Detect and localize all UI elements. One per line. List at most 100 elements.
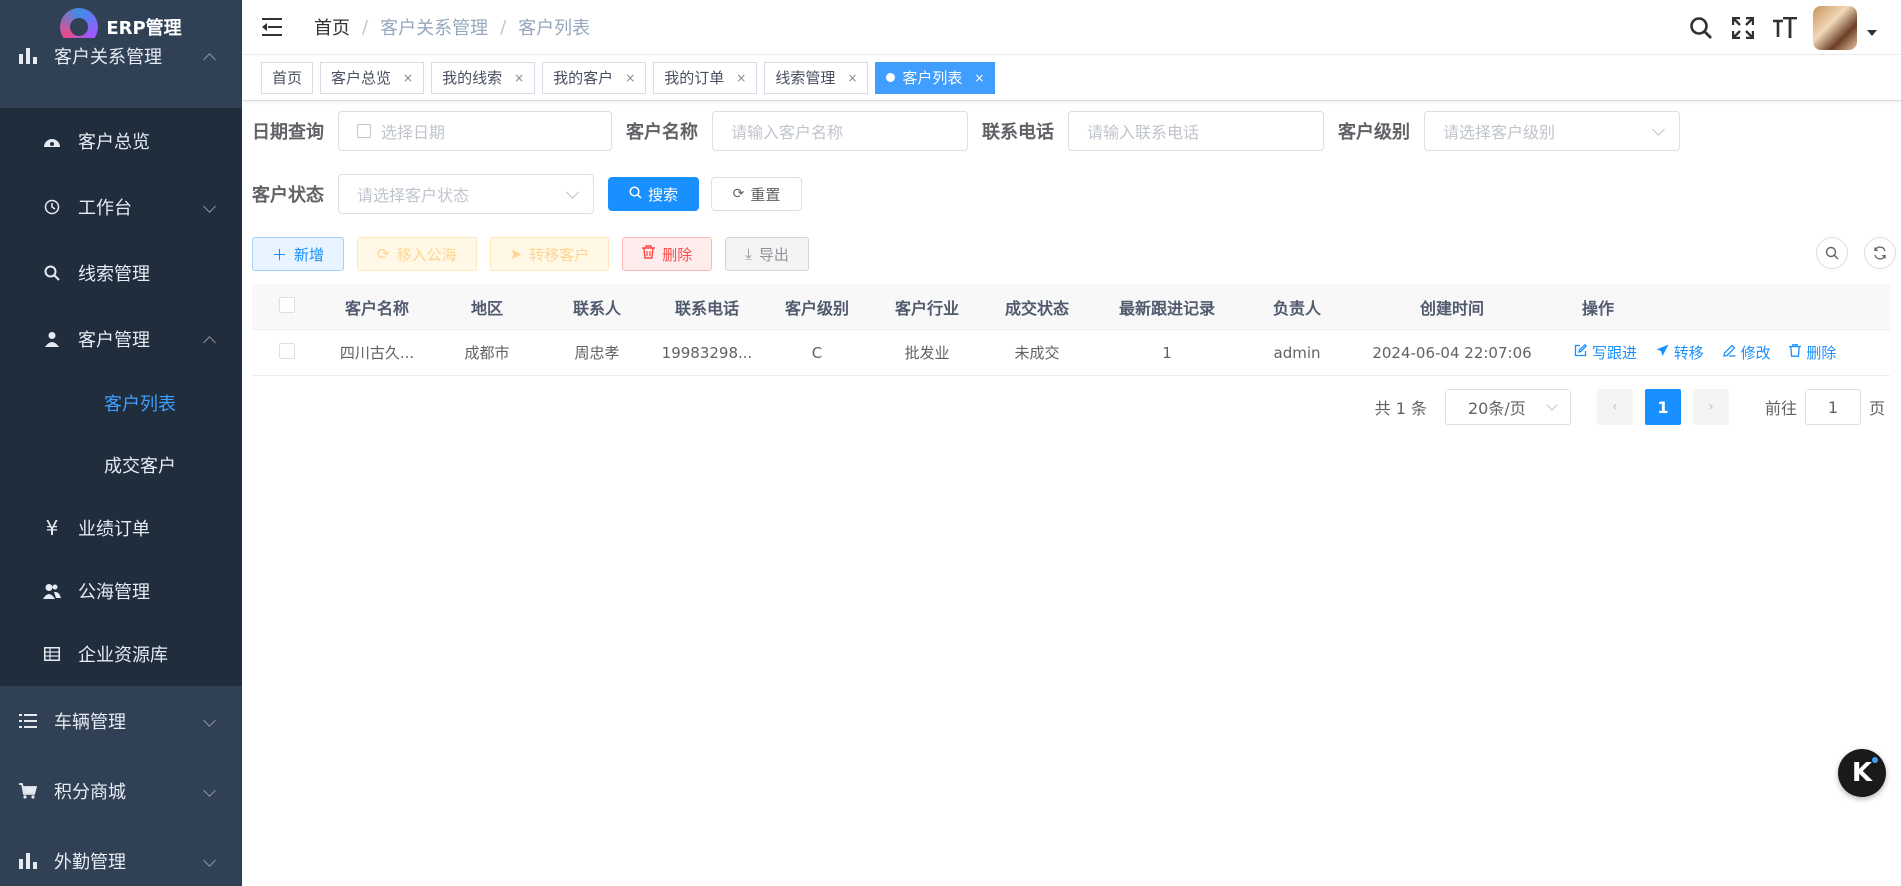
page-size-select[interactable]: 20条/页 [1444,389,1571,425]
chevron-down-icon [1652,123,1665,136]
floating-assistant-button[interactable]: K [1838,749,1886,797]
sidebar-item-customer-list[interactable]: 客户列表 [0,372,242,434]
breadcrumb-home[interactable]: 首页 [314,14,350,40]
sidebar-item-crm[interactable]: 客户关系管理 [0,38,242,73]
sidebar-item-vehicles[interactable]: 车辆管理 [0,686,242,756]
bar-chart-icon [18,851,38,871]
export-button[interactable]: ⤓ 导出 [725,237,809,271]
close-icon[interactable]: × [625,63,635,93]
tag-my-orders[interactable]: 我的订单 × [653,61,758,94]
customer-name-placeholder: 请输入客户名称 [731,123,844,142]
refresh-icon: ⟳ [732,186,745,202]
row-select-cell [252,342,322,363]
page-number-button[interactable]: 1 [1644,389,1681,425]
sidebar-item-customer-overview[interactable]: 客户总览 [0,108,242,174]
font-size-icon[interactable] [1771,14,1799,42]
level-select[interactable]: 请选择客户级别 [1424,111,1680,151]
list-icon [18,711,38,731]
sidebar-item-public-pool[interactable]: 公海管理 [0,560,242,622]
search-icon[interactable] [1687,14,1715,42]
cell-owner: admin [1273,343,1321,362]
edit-button[interactable]: 修改 [1722,342,1771,363]
send-icon [1656,344,1669,361]
cell-contact: 周忠孝 [574,344,620,362]
delete-row-label: 删除 [1806,344,1837,362]
next-page-button[interactable]: › [1692,389,1729,425]
page-jumper: 前往 1 页 [1765,389,1885,425]
write-follow-button[interactable]: 写跟进 [1574,342,1637,363]
cell-customer-name: 四川古久... [339,344,415,362]
status-select[interactable]: 请选择客户状态 [338,174,594,214]
search-button[interactable]: 搜索 [608,177,699,211]
active-dot-icon [886,73,896,82]
close-icon[interactable]: × [514,63,524,93]
phone-input[interactable]: 请输入联系电话 [1068,111,1324,151]
close-icon[interactable]: × [847,63,857,93]
tag-customer-list[interactable]: 客户列表 × [875,61,996,94]
sidebar-item-leads[interactable]: 线索管理 [0,240,242,306]
move-to-pool-button[interactable]: ⟳ 移入公海 [357,237,477,271]
cell-created: 2024-06-04 22:07:06 [1372,343,1532,362]
refresh-table-button[interactable] [1864,237,1896,269]
select-all-cell [252,296,322,317]
tag-lead-manage[interactable]: 线索管理 × [764,61,869,94]
close-icon[interactable]: × [974,63,984,93]
table-row: 四川古久... 成都市 周忠孝 19983298... C 批发业 未成交 1 … [252,330,1890,376]
close-icon[interactable]: × [736,63,746,93]
reset-button[interactable]: ⟳ 重置 [711,177,802,211]
date-placeholder: 选择日期 [381,123,446,142]
tags-view: 首页 客户总览 × 我的线索 × 我的客户 × 我的订单 × 线索管理 × 客户列表 × [242,55,1901,101]
customer-name-input[interactable]: 请输入客户名称 [712,111,968,151]
column-header: 地区 [470,298,503,318]
sidebar-item-label: 工作台 [78,198,132,219]
chevron-down-icon [203,714,216,727]
select-all-checkbox[interactable] [279,296,295,313]
status-label: 客户状态 [252,185,324,206]
app-title: ERP管理 [106,18,182,39]
prev-page-button[interactable]: ‹ [1596,389,1633,425]
chevron-down-icon [1546,399,1558,411]
sidebar-item-label: 客户关系管理 [54,46,162,68]
chevron-down-icon [203,784,216,797]
transfer-customer-button[interactable]: ➤ 转移客户 [489,237,610,271]
sidebar-item-points-mall[interactable]: 积分商城 [0,756,242,826]
sidebar-item-label: 车辆管理 [54,712,126,733]
sidebar-item-label: 线索管理 [78,264,150,285]
sidebar: ERP管理 客户关系管理 客户总览 工作台 线索管理 客户管理 客户列表 成交客… [0,0,242,886]
add-button[interactable]: ＋ 新增 [252,237,345,271]
sidebar-item-deal-customers[interactable]: 成交客户 [0,434,242,496]
tag-customer-overview[interactable]: 客户总览 × [320,61,425,94]
phone-placeholder: 请输入联系电话 [1087,123,1200,142]
avatar[interactable] [1813,5,1857,50]
bar-chart-icon [18,46,38,66]
tag-my-leads[interactable]: 我的线索 × [431,61,536,94]
tag-home[interactable]: 首页 [261,61,314,94]
tag-label: 首页 [272,68,303,87]
date-picker[interactable]: 选择日期 [338,111,612,151]
sidebar-item-field-work[interactable]: 外勤管理 [0,826,242,886]
toggle-search-button[interactable] [1816,237,1848,269]
refresh-icon: ⟳ [377,245,390,263]
hamburger-icon[interactable] [262,17,286,37]
row-checkbox[interactable] [279,342,295,359]
page-size-value: 20条/页 [1467,399,1526,418]
sidebar-item-enterprise-library[interactable]: 企业资源库 [0,622,242,686]
sidebar-item-customer-manage[interactable]: 客户管理 [0,306,242,372]
column-header: 客户级别 [784,298,849,318]
breadcrumb-separator: / [362,16,369,38]
transfer-button[interactable]: 转移 [1656,342,1704,363]
level-placeholder: 请选择客户级别 [1443,123,1556,142]
chevron-left-icon: ‹ [1612,399,1618,415]
send-icon: ➤ [509,245,523,263]
fullscreen-icon[interactable] [1729,14,1757,42]
goto-page-input[interactable]: 1 [1804,389,1861,425]
sidebar-item-orders[interactable]: ¥ 业绩订单 [0,496,242,560]
delete-row-button[interactable]: 删除 [1789,342,1836,363]
export-button-label: 导出 [758,245,789,264]
customer-table: 客户名称 地区 联系人 联系电话 客户级别 客户行业 成交状态 最新跟进记录 负… [252,284,1890,376]
close-icon[interactable]: × [403,63,413,93]
tag-my-customers[interactable]: 我的客户 × [542,61,647,94]
caret-down-icon[interactable] [1867,29,1877,36]
delete-button[interactable]: 删除 [622,237,713,271]
sidebar-item-workbench[interactable]: 工作台 [0,174,242,240]
